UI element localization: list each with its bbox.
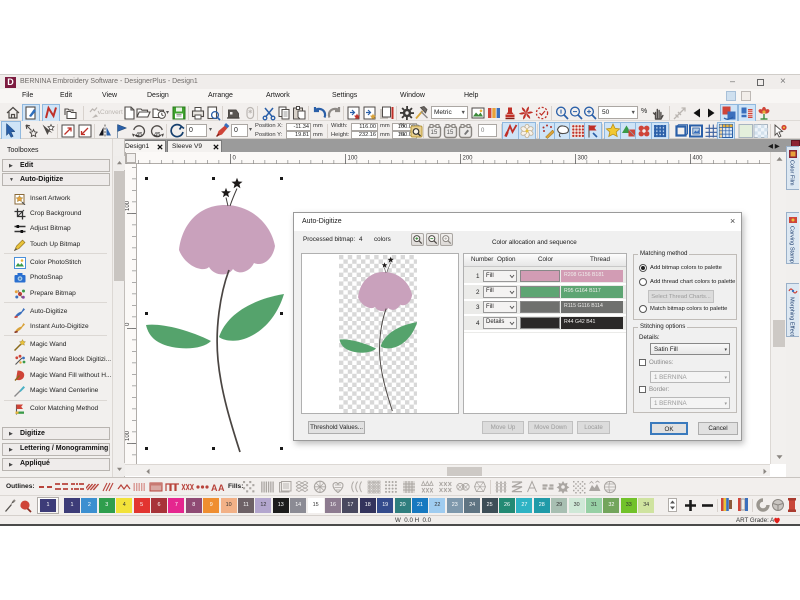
svg-text:A: A	[211, 483, 218, 493]
svg-text:300: 300	[578, 156, 589, 162]
svg-text:100: 100	[125, 430, 131, 441]
svg-text:45: 45	[154, 132, 161, 138]
svg-text:45: 45	[136, 132, 143, 138]
svg-text:A: A	[218, 483, 225, 493]
svg-text:15: 15	[447, 130, 454, 136]
svg-text:0: 0	[233, 156, 237, 162]
svg-text:100: 100	[348, 156, 359, 162]
svg-text:400: 400	[693, 156, 704, 162]
svg-text:0: 0	[125, 322, 131, 326]
svg-text:15: 15	[431, 130, 438, 136]
svg-text:100: 100	[125, 200, 131, 211]
svg-text:200: 200	[463, 156, 474, 162]
